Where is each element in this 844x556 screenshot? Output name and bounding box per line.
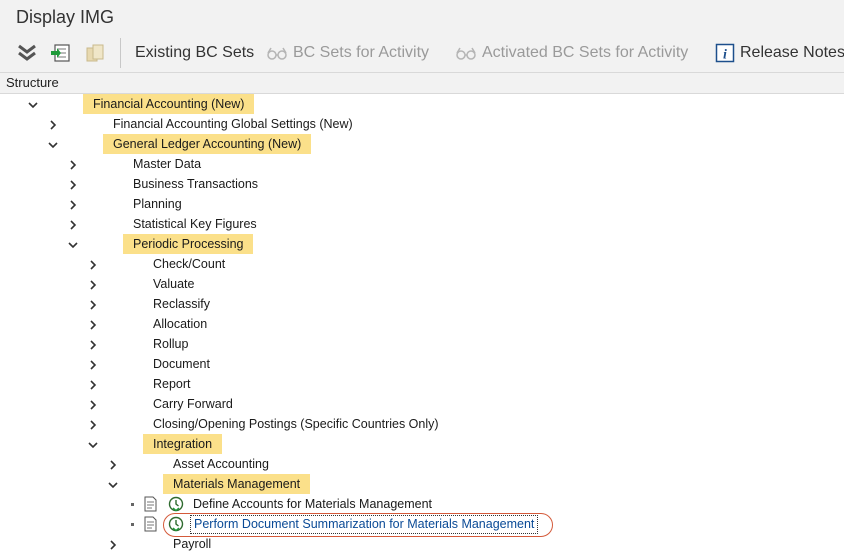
title-bar: Display IMG [0, 0, 844, 34]
tree-node-row[interactable]: Planning [0, 194, 844, 214]
tree-node-row[interactable]: Financial Accounting (New) [0, 94, 844, 114]
tree-node-row[interactable]: Business Transactions [0, 174, 844, 194]
chevron-right-icon[interactable] [107, 458, 119, 470]
tree-node-row[interactable]: Rollup [0, 334, 844, 354]
toolbar-separator [120, 38, 121, 68]
tree-node-label[interactable]: Financial Accounting Global Settings (Ne… [103, 114, 363, 134]
structure-header-label: Structure [6, 75, 59, 90]
chevron-right-icon[interactable] [87, 258, 99, 270]
chevron-right-icon[interactable] [87, 378, 99, 390]
structure-header: Structure [0, 72, 844, 94]
chevron-right-icon[interactable] [87, 278, 99, 290]
activated-bc-sets-button: Activated BC Sets for Activity [455, 34, 688, 72]
activated-bc-sets-label: Activated BC Sets for Activity [482, 44, 689, 61]
tree-node-label[interactable]: Check/Count [143, 254, 235, 274]
tree-node-label[interactable]: Valuate [143, 274, 204, 294]
tree-activity-label[interactable]: Define Accounts for Materials Management [183, 494, 442, 514]
chevron-right-icon[interactable] [107, 538, 119, 550]
tree-node-row[interactable]: Payroll [0, 534, 844, 554]
tree-node-row[interactable]: Reclassify [0, 294, 844, 314]
tree-node-row[interactable]: Materials Management [0, 474, 844, 494]
chevron-right-icon[interactable] [67, 158, 79, 170]
execute-activity-icon[interactable] [168, 516, 184, 532]
tree-node-label[interactable]: General Ledger Accounting (New) [103, 134, 312, 154]
glasses-icon [455, 46, 477, 60]
tree-node-label[interactable]: Closing/Opening Postings (Specific Count… [143, 414, 449, 434]
tree-node-label[interactable]: Business Transactions [123, 174, 268, 194]
tree-activity-label[interactable]: Perform Document Summarization for Mater… [190, 515, 539, 534]
tree-node-row[interactable]: Periodic Processing [0, 234, 844, 254]
chevron-right-icon[interactable] [87, 358, 99, 370]
tree-node-label[interactable]: Reclassify [143, 294, 220, 314]
chevron-right-icon[interactable] [87, 398, 99, 410]
bc-sets-for-activity-button: BC Sets for Activity [266, 34, 429, 72]
tree-node-label[interactable]: Materials Management [163, 474, 311, 494]
tree-node-label[interactable]: Master Data [123, 154, 211, 174]
tree-node-row[interactable]: Statistical Key Figures [0, 214, 844, 234]
window-title: Display IMG [16, 7, 115, 27]
tree-node-row[interactable]: Allocation [0, 314, 844, 334]
documentation-icon[interactable] [143, 516, 159, 532]
chevron-right-icon[interactable] [87, 418, 99, 430]
tree-node-row[interactable]: Master Data [0, 154, 844, 174]
release-notes-button[interactable]: i Release Notes [715, 34, 844, 72]
svg-text:i: i [723, 48, 727, 63]
documentation-icon[interactable] [143, 496, 159, 512]
tree-node-label[interactable]: Report [143, 374, 201, 394]
tree-node-label[interactable]: Carry Forward [143, 394, 243, 414]
info-icon: i [715, 43, 735, 63]
bullet-icon [131, 523, 134, 526]
chevron-right-icon[interactable] [67, 198, 79, 210]
bullet-icon [131, 503, 134, 506]
tree-node-row[interactable]: Financial Accounting Global Settings (Ne… [0, 114, 844, 134]
toolbar: Existing BC Sets BC Sets for Activity Ac… [0, 34, 844, 73]
tree-node-label[interactable]: Financial Accounting (New) [83, 94, 255, 114]
chevron-right-icon[interactable] [47, 118, 59, 130]
find-icon[interactable] [50, 42, 72, 64]
tree-node-row[interactable]: Report [0, 374, 844, 394]
chevron-right-icon[interactable] [87, 298, 99, 310]
chevron-down-icon[interactable] [67, 238, 79, 250]
tree-node-label[interactable]: Asset Accounting [163, 454, 279, 474]
chevron-down-icon[interactable] [47, 138, 59, 150]
chevron-right-icon[interactable] [87, 338, 99, 350]
existing-bc-sets-button[interactable]: Existing BC Sets [135, 34, 254, 72]
tree-node-label[interactable]: Planning [123, 194, 192, 214]
chevron-down-icon[interactable] [87, 438, 99, 450]
tree-activity-row[interactable]: Perform Document Summarization for Mater… [0, 514, 844, 534]
tree-node-label[interactable]: Document [143, 354, 220, 374]
tree-node-row[interactable]: Carry Forward [0, 394, 844, 414]
chevron-down-icon[interactable] [107, 478, 119, 490]
chevron-right-icon[interactable] [67, 218, 79, 230]
chevron-right-icon[interactable] [67, 178, 79, 190]
tree-node-row[interactable]: Valuate [0, 274, 844, 294]
glasses-icon [266, 46, 288, 60]
tree-node-row[interactable]: Integration [0, 434, 844, 454]
tree-node-row[interactable]: General Ledger Accounting (New) [0, 134, 844, 154]
tree-node-row[interactable]: Closing/Opening Postings (Specific Count… [0, 414, 844, 434]
chevron-right-icon[interactable] [87, 318, 99, 330]
tree-node-label[interactable]: Integration [143, 434, 223, 454]
tree-node-label[interactable]: Rollup [143, 334, 198, 354]
tree-node-row[interactable]: Check/Count [0, 254, 844, 274]
release-notes-label: Release Notes [740, 44, 844, 61]
tree-node-label[interactable]: Allocation [143, 314, 217, 334]
chevron-down-icon[interactable] [27, 98, 39, 110]
bc-sets-for-activity-label: BC Sets for Activity [293, 44, 430, 61]
existing-bc-sets-label: Existing BC Sets [135, 44, 255, 61]
collapse-all-icon[interactable] [16, 42, 38, 64]
tree-node-label[interactable]: Periodic Processing [123, 234, 254, 254]
tree-node-row[interactable]: Document [0, 354, 844, 374]
tree-node-row[interactable]: Asset Accounting [0, 454, 844, 474]
clipboard-icon [84, 42, 106, 64]
tree-node-label[interactable]: Statistical Key Figures [123, 214, 267, 234]
tree-activity-row[interactable]: Define Accounts for Materials Management [0, 494, 844, 514]
execute-activity-icon[interactable] [168, 496, 184, 512]
tree-node-label[interactable]: Payroll [163, 534, 221, 554]
